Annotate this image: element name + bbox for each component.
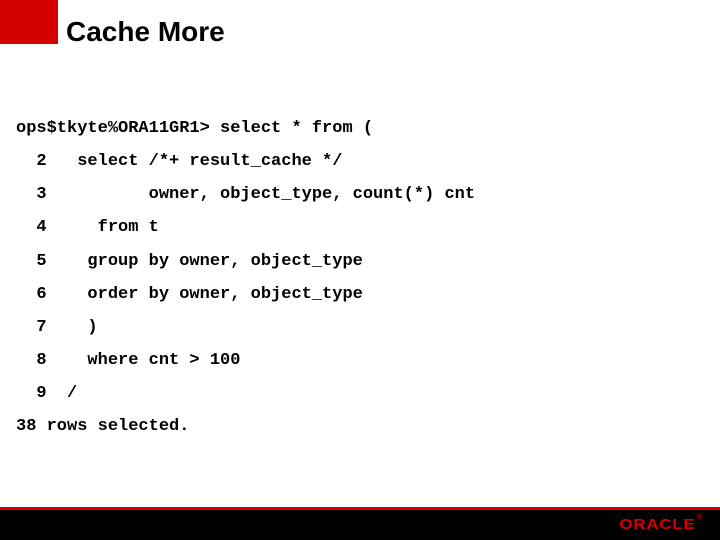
code-line: 2 select /*+ result_cache */ xyxy=(16,145,704,178)
slide-title: Cache More xyxy=(66,16,225,48)
header-red-block xyxy=(0,0,58,44)
code-line: 9 / xyxy=(16,377,704,410)
oracle-logo-text: ORACLE xyxy=(619,516,695,533)
code-line: ops$tkyte%ORA11GR1> select * from ( xyxy=(16,112,704,145)
code-line: 8 where cnt > 100 xyxy=(16,344,704,377)
footer: ORACLE® xyxy=(0,506,720,540)
footer-black-stripe xyxy=(0,510,720,540)
slide: Cache More ops$tkyte%ORA11GR1> select * … xyxy=(0,0,720,540)
code-block: ops$tkyte%ORA11GR1> select * from ( 2 se… xyxy=(16,112,704,443)
code-line: 5 group by owner, object_type xyxy=(16,245,704,278)
oracle-logo: ORACLE® xyxy=(619,516,702,533)
oracle-logo-reg: ® xyxy=(697,514,704,521)
code-line: 6 order by owner, object_type xyxy=(16,278,704,311)
code-line: 7 ) xyxy=(16,311,704,344)
code-line: 4 from t xyxy=(16,211,704,244)
code-line: 3 owner, object_type, count(*) cnt xyxy=(16,178,704,211)
code-line: 38 rows selected. xyxy=(16,410,704,443)
